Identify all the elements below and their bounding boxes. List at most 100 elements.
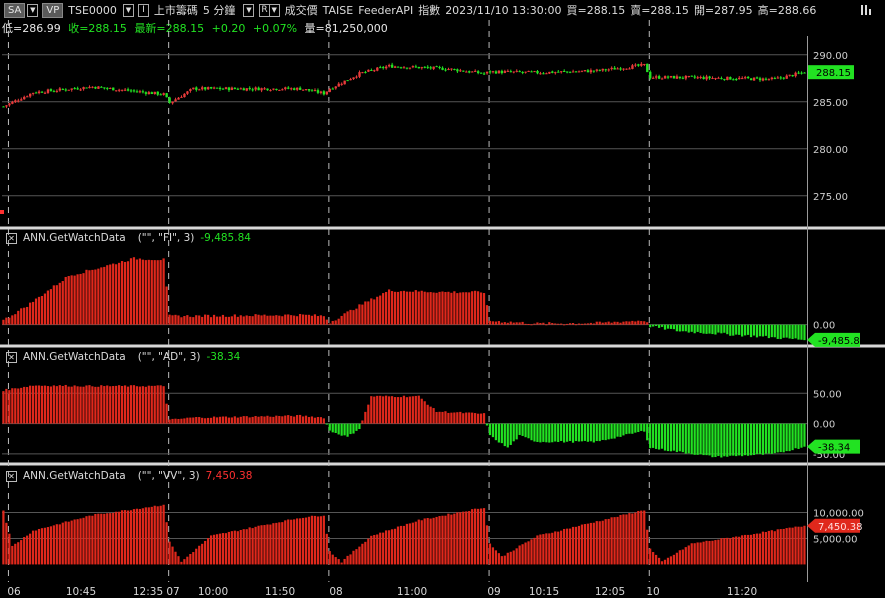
fi-bar	[367, 301, 370, 325]
fi-bar	[554, 323, 557, 325]
vv-bar	[393, 528, 397, 565]
candle-body	[521, 71, 524, 73]
fi-bar	[296, 316, 299, 325]
ad-bar	[660, 423, 664, 449]
price-y-tick-2: 280.00	[813, 145, 848, 156]
candle-body	[779, 77, 782, 79]
ad-bar	[88, 385, 91, 424]
ad-bar	[770, 423, 773, 454]
fi-bar	[239, 315, 242, 325]
vv-bar	[568, 528, 572, 565]
ad-bar	[272, 416, 275, 424]
fi-bar	[607, 321, 610, 325]
fi-bar	[601, 322, 604, 325]
vv-bar	[524, 542, 527, 565]
fi-bar	[723, 324, 726, 333]
fi-bar	[242, 316, 245, 325]
ad-bar	[429, 406, 432, 424]
fi-bar	[785, 324, 788, 338]
fi-bar	[224, 316, 228, 325]
candle-body	[429, 67, 432, 69]
ad-bar	[405, 397, 409, 424]
vv-bar	[129, 510, 133, 565]
close-fi-panel-icon[interactable]: ✕	[6, 232, 17, 244]
vv-bar	[616, 516, 619, 565]
fi-bar	[94, 269, 97, 325]
candle-body	[616, 68, 619, 70]
fi-bar	[420, 290, 423, 325]
ad-bar	[319, 417, 322, 424]
vv-bar	[115, 511, 118, 565]
fi-bar	[159, 260, 162, 325]
fi-bar	[79, 273, 82, 325]
vv-bar	[293, 519, 296, 565]
candle-body	[720, 78, 723, 80]
ad-bar	[749, 423, 753, 456]
ad-bar	[310, 416, 314, 424]
ad-bar	[444, 411, 447, 424]
candle-body	[506, 70, 510, 72]
candle-body	[186, 91, 189, 94]
candle-body	[610, 67, 613, 70]
ad-bar	[592, 423, 595, 443]
vv-bar	[432, 517, 435, 565]
candle-body	[411, 66, 415, 68]
vv-bar	[459, 512, 462, 565]
panel-divider-2	[0, 462, 885, 466]
ad-bar	[23, 386, 26, 424]
fi-bar	[281, 316, 284, 325]
fi-bar	[153, 260, 156, 325]
fi-bar	[764, 324, 767, 336]
vv-bar	[290, 519, 293, 565]
fi-bar	[672, 324, 676, 330]
vv-bar	[186, 556, 189, 565]
vv-bar	[738, 536, 741, 565]
vv-bar	[28, 533, 32, 565]
fi-bar	[417, 291, 420, 325]
fi-bar	[43, 293, 47, 325]
vv-bar	[663, 559, 667, 565]
fi-bar	[675, 324, 678, 332]
candle-body	[364, 71, 367, 73]
ad-bar	[542, 423, 545, 442]
vv-bar	[509, 551, 512, 565]
fi-bar	[192, 317, 195, 325]
chart-canvas[interactable]: 290.00 285.00 280.00 275.00 288.15 0.00 -9,485…	[0, 0, 885, 598]
ad-bar	[233, 416, 236, 424]
vv-bar	[26, 535, 29, 565]
fi-bar	[263, 314, 266, 325]
candle-body	[112, 87, 115, 91]
candle-body	[631, 65, 634, 69]
vv-bar	[11, 545, 14, 565]
candle-body	[2, 106, 5, 108]
ad-bar	[46, 386, 50, 424]
vv-bar	[453, 513, 456, 565]
fi-bar	[708, 324, 711, 334]
vv-bar	[79, 518, 82, 565]
candle-body	[690, 75, 693, 77]
ad-bar	[414, 395, 417, 424]
fi-bar	[681, 324, 684, 332]
vv-bar	[316, 516, 320, 565]
ad-bar	[159, 385, 162, 424]
ad-bar	[675, 423, 678, 453]
ad-bar	[399, 397, 403, 424]
ad-bar	[687, 423, 690, 454]
fi-bar	[702, 324, 705, 334]
ad-bar	[382, 396, 385, 424]
candle-body	[595, 69, 599, 71]
vv-bar	[732, 537, 735, 565]
close-vv-panel-icon[interactable]: ✕	[6, 470, 17, 482]
ad-bar	[491, 423, 495, 438]
candle-body	[322, 91, 326, 95]
close-ad-panel-icon[interactable]: ✕	[6, 351, 17, 363]
candle-body	[589, 70, 593, 73]
candle-body	[735, 79, 738, 81]
candle-body	[557, 71, 560, 73]
vv-bar	[322, 515, 325, 565]
fi-bar	[687, 324, 690, 333]
vv-bar	[379, 532, 382, 565]
ad-bar	[195, 417, 198, 424]
ad-bar	[343, 423, 346, 436]
vv-bar	[352, 550, 355, 565]
